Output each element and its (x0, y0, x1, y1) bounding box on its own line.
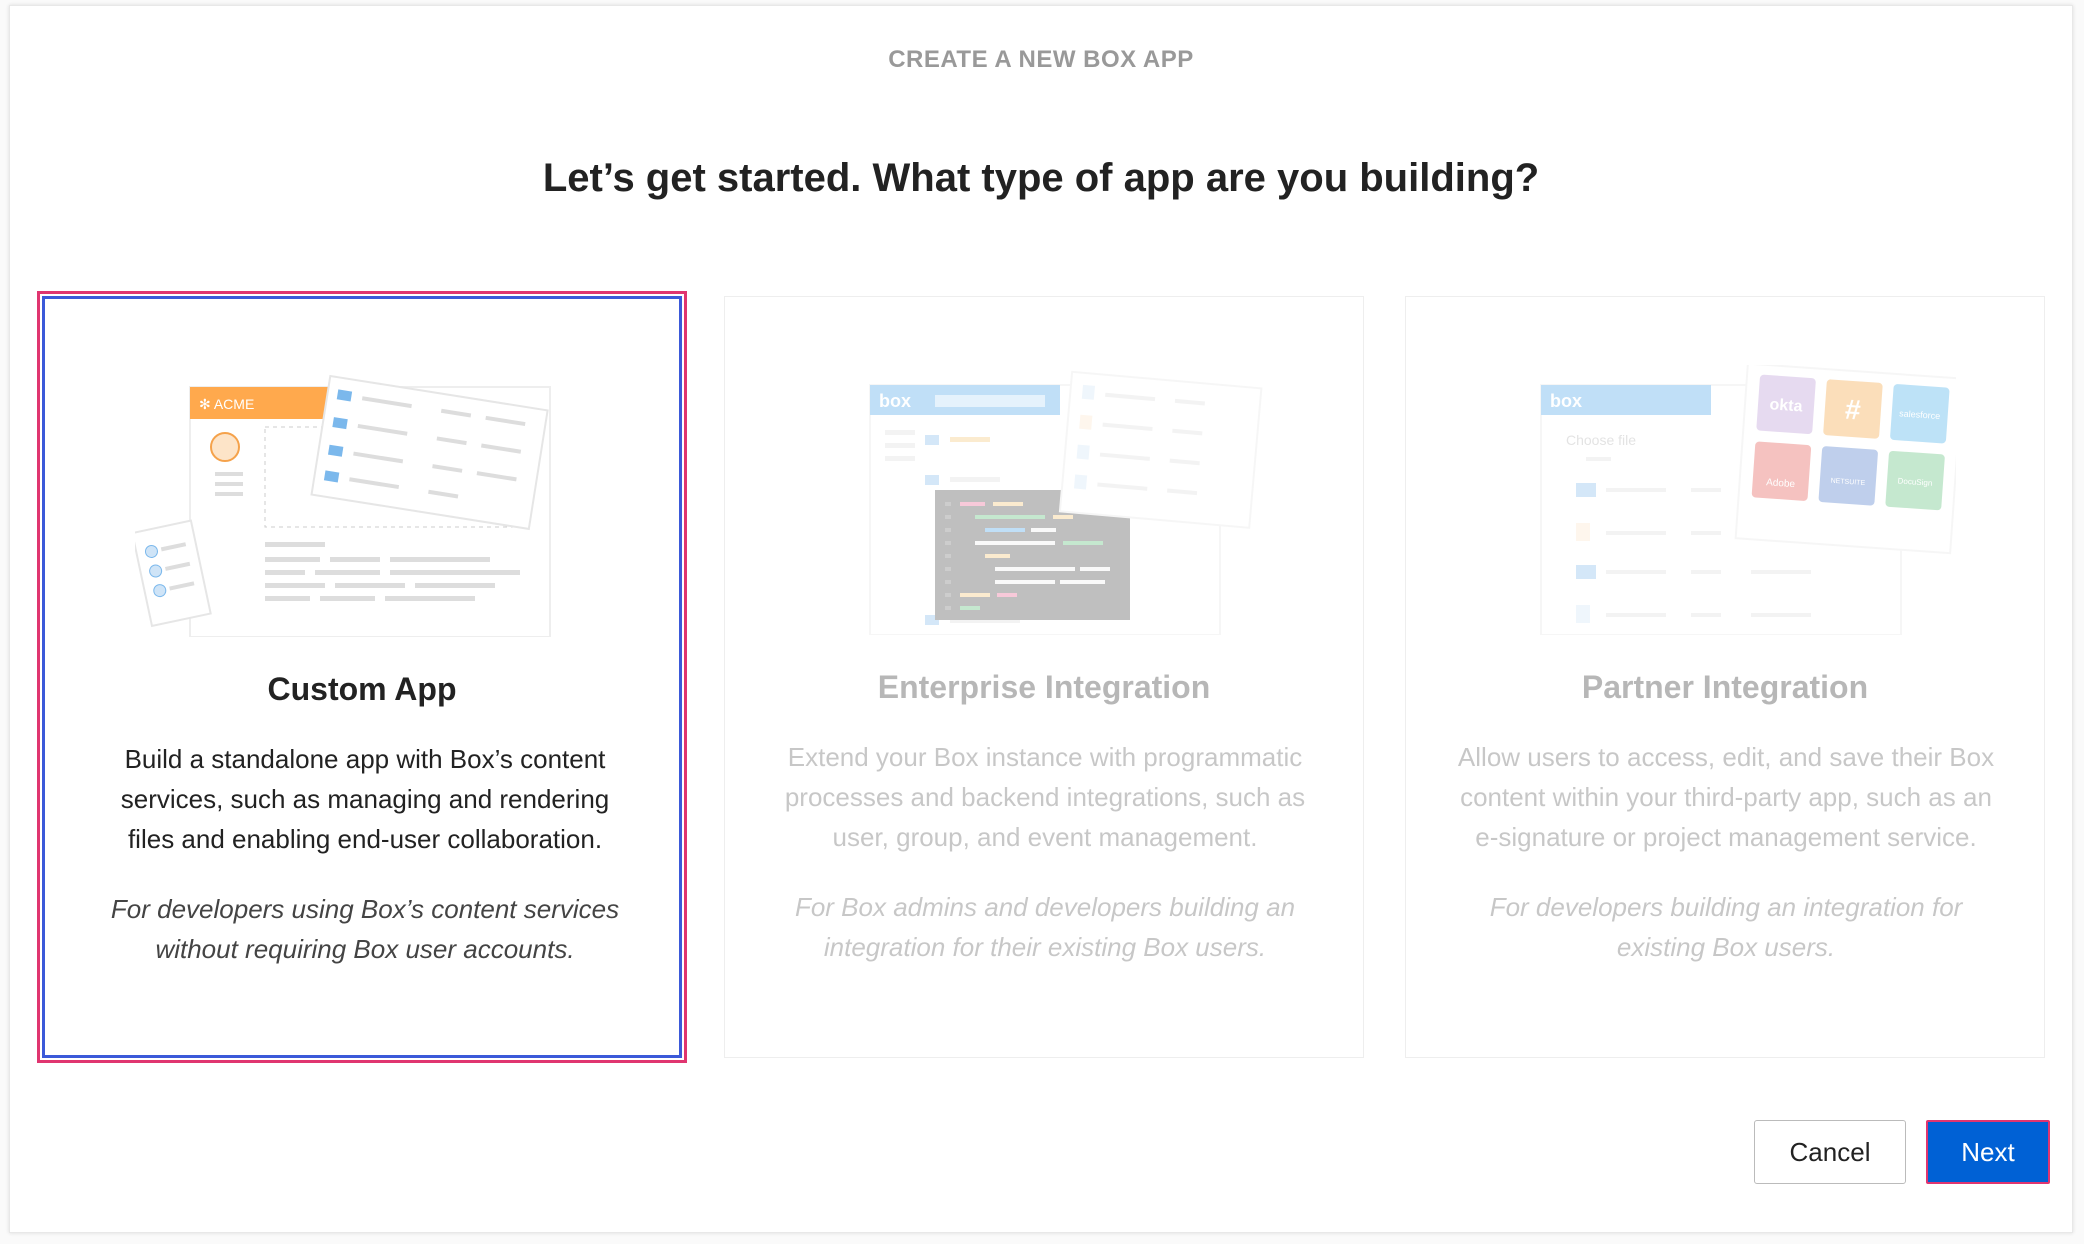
card-title: Partner Integration (1581, 669, 1869, 705)
card-note: For developers building an integration f… (1489, 892, 1963, 962)
card-title: Custom App (267, 671, 457, 707)
modal-kicker: CREATE A NEW BOX APP (888, 46, 1194, 73)
enterprise-integration-illustration: box (869, 370, 1263, 635)
card-partner-integration[interactable]: box Choose file okta # salesforce Adobe … (1405, 296, 2045, 1058)
acme-label: ✻ ACME (199, 396, 254, 412)
cancel-button[interactable]: Cancel (1754, 1120, 1906, 1184)
card-title: Enterprise Integration (877, 669, 1211, 705)
slack-tile-label: # (1844, 394, 1862, 426)
box-logo: box (879, 391, 911, 411)
page-title: Let’s get started. What type of app are … (542, 156, 1540, 200)
choose-file-label: Choose file (1566, 432, 1636, 448)
custom-app-illustration: ✻ ACME (135, 374, 551, 637)
box-logo: box (1550, 391, 1582, 411)
adobe-tile-label: Adobe (1766, 477, 1796, 490)
okta-tile-label: okta (1769, 396, 1803, 415)
card-custom-app[interactable]: ✻ ACME Custom App Build a standalone app… (37, 291, 687, 1063)
card-description: Extend your Box instance with programmat… (784, 742, 1306, 852)
card-description: Build a standalone app with Box’s conten… (120, 744, 610, 854)
card-description: Allow users to access, edit, and save th… (1457, 742, 1995, 852)
next-button[interactable]: Next (1926, 1120, 2050, 1184)
card-note: For Box admins and developers building a… (794, 892, 1296, 962)
card-enterprise-integration[interactable]: box Enterprise Integration Extend your B… (724, 296, 1364, 1058)
partner-integration-illustration: box Choose file okta # salesforce Adobe … (1540, 365, 1956, 635)
card-note: For developers using Box’s content servi… (110, 894, 620, 964)
